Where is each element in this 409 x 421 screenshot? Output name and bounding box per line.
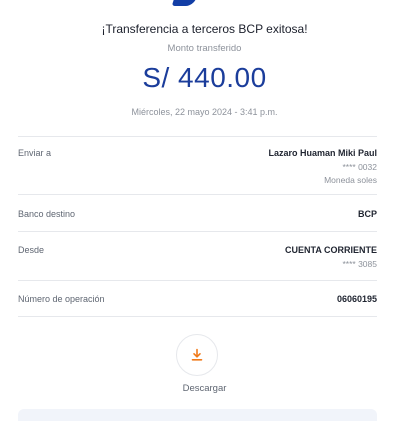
brand-logo-shape — [171, 0, 199, 6]
bank-label: Banco destino — [18, 209, 76, 219]
detail-row-bank: Banco destino BCP — [18, 209, 377, 232]
transaction-datetime: Miércoles, 22 mayo 2024 - 3:41 p.m. — [131, 107, 278, 117]
recipient-account: **** 0032 — [342, 162, 377, 172]
detail-row-from: Desde CUENTA CORRIENTE **** 3085 — [18, 245, 377, 281]
download-label[interactable]: Descargar — [0, 383, 409, 394]
detail-row-operation: Número de operación 06060195 — [18, 294, 377, 317]
amount-value: S/ 440.00 — [142, 62, 267, 93]
divider — [18, 136, 377, 137]
download-icon — [191, 348, 203, 361]
from-account-type: CUENTA CORRIENTE — [285, 245, 377, 255]
success-title: ¡Transferencia a terceros BCP exitosa! — [101, 22, 308, 36]
download-button[interactable] — [176, 334, 218, 376]
from-label: Desde — [18, 245, 45, 255]
bank-value: BCP — [357, 209, 377, 219]
amount-label: Monto transferido — [167, 43, 242, 54]
send-to-label: Enviar a — [18, 148, 52, 158]
operation-label: Número de operación — [18, 294, 105, 304]
bottom-panel — [18, 409, 377, 421]
recipient-name: Lazaro Huaman Miki Paul — [268, 148, 377, 158]
recipient-currency: Moneda soles — [324, 175, 377, 185]
operation-number: 06060195 — [336, 294, 377, 304]
detail-row-send-to: Enviar a Lazaro Huaman Miki Paul **** 00… — [18, 148, 377, 195]
from-account-number: **** 3085 — [342, 259, 377, 269]
